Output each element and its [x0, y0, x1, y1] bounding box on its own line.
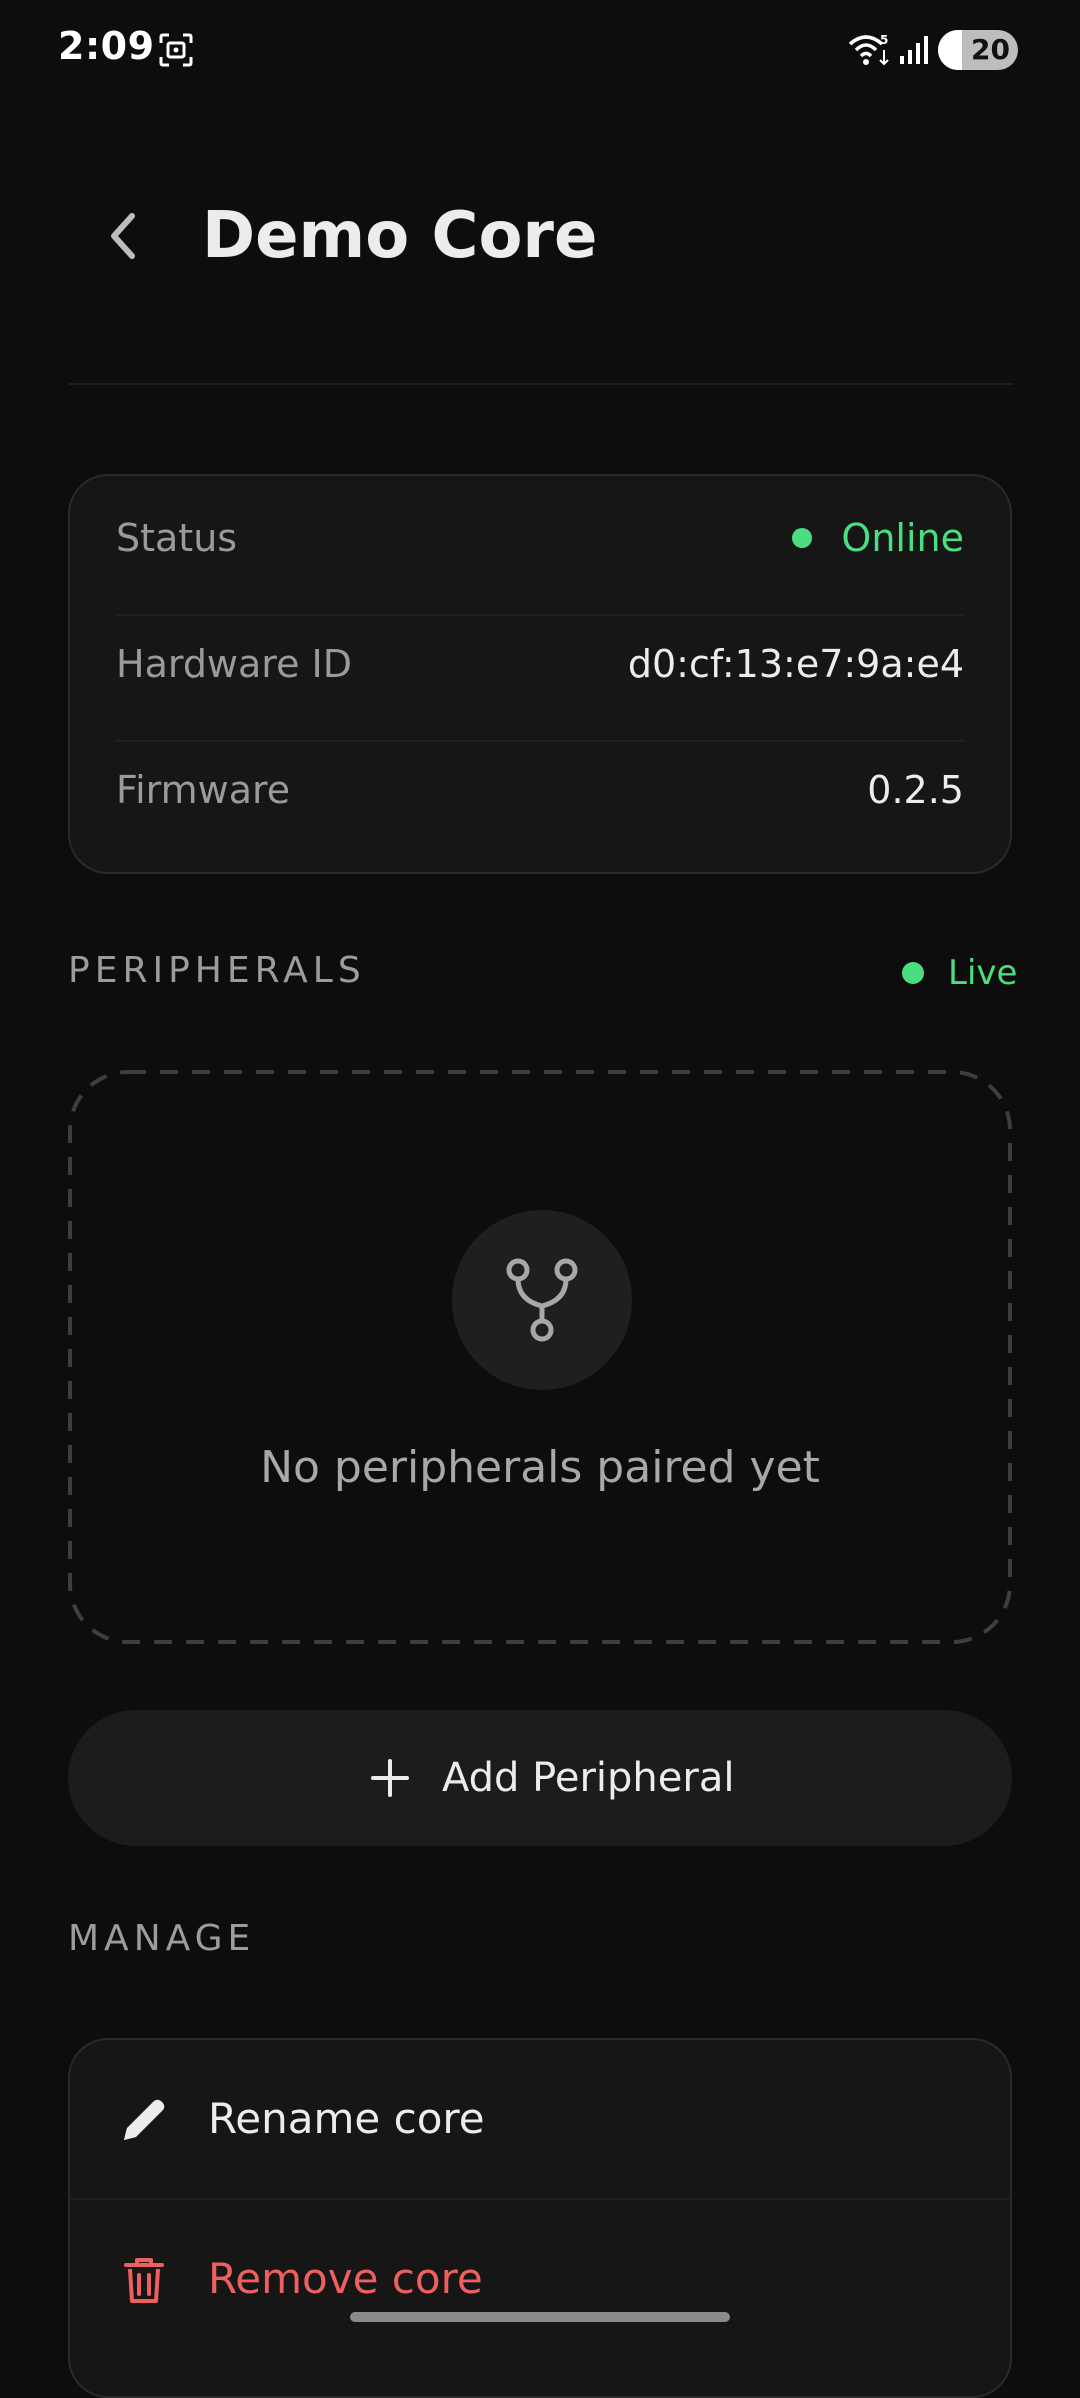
rename-core-button[interactable]: Rename core: [70, 2040, 1010, 2198]
add-peripheral-button[interactable]: Add Peripheral: [68, 1710, 1012, 1846]
screenshot-icon: [159, 33, 193, 67]
battery-level: 20: [971, 33, 1010, 66]
page-title: Demo Core: [202, 199, 598, 273]
header-divider: [68, 383, 1014, 385]
core-info-card: Status Online Hardware ID d0:cf:13:e7:9a…: [68, 474, 1012, 874]
info-label: Status: [116, 516, 238, 560]
home-indicator[interactable]: [350, 2312, 730, 2322]
hardware-id-value: d0:cf:13:e7:9a:e4: [627, 642, 964, 686]
back-button[interactable]: [92, 196, 156, 276]
live-label: Live: [948, 953, 1018, 993]
info-row-hardware-id: Hardware ID d0:cf:13:e7:9a:e4: [116, 602, 964, 726]
empty-state-text: No peripherals paired yet: [260, 1442, 820, 1493]
remove-core-label: Remove core: [208, 2254, 483, 2303]
status-bar: 2:09 5 20: [0, 0, 1080, 100]
manage-card: Rename core Remove core: [68, 2038, 1012, 2398]
info-row-status: Status Online: [116, 476, 964, 600]
manage-heading: MANAGE: [68, 1918, 256, 1959]
firmware-value: 0.2.5: [867, 768, 964, 812]
live-indicator-dot: [902, 962, 924, 984]
fork-icon: [506, 1258, 578, 1342]
trash-icon: [124, 2258, 164, 2303]
remove-core-button[interactable]: Remove core: [70, 2200, 1010, 2358]
peripherals-heading: PERIPHERALS: [68, 950, 366, 991]
status-value: Online: [841, 516, 964, 560]
info-row-firmware: Firmware 0.2.5: [116, 728, 964, 852]
pencil-icon: [124, 2099, 165, 2140]
online-status-dot: [792, 528, 812, 548]
peripherals-empty-state: No peripherals paired yet: [68, 1070, 1012, 1644]
add-peripheral-label: Add Peripheral: [442, 1755, 735, 1801]
info-label: Hardware ID: [116, 642, 353, 686]
rename-core-label: Rename core: [208, 2094, 485, 2143]
wifi-icon: 5: [848, 33, 889, 66]
status-time: 2:09: [58, 24, 155, 68]
battery-indicator: 20: [938, 30, 1018, 70]
signal-icon: [900, 36, 928, 64]
info-label: Firmware: [116, 768, 291, 812]
plus-icon: [371, 1759, 409, 1797]
empty-icon-badge: [452, 1210, 632, 1390]
wifi-badge: 5: [880, 33, 888, 47]
